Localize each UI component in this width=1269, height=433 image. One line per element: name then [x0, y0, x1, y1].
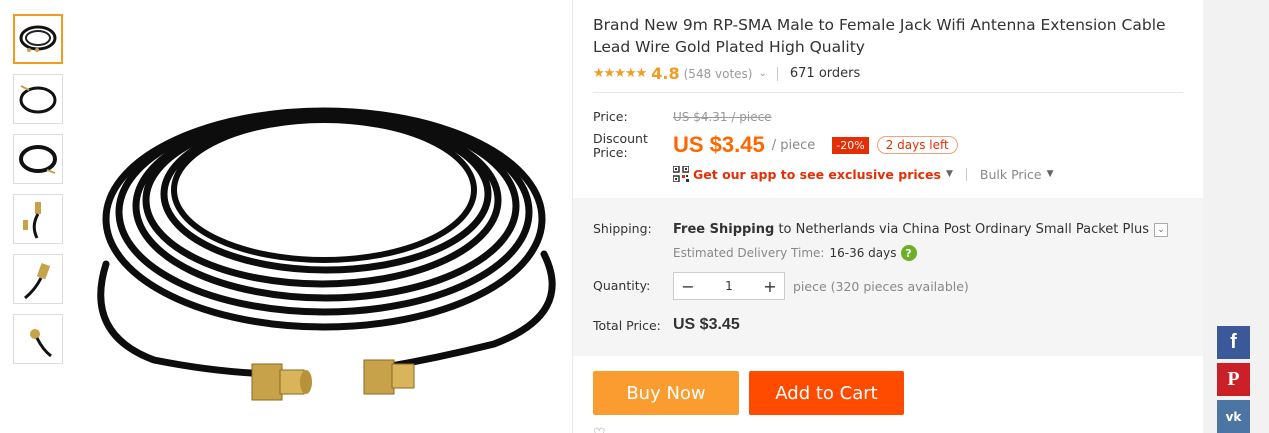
chevron-down-icon[interactable]: ⌄ — [1153, 222, 1168, 237]
quantity-label: Quantity: — [593, 278, 651, 293]
discount-badge: -20% — [832, 136, 869, 154]
quantity-available: piece (320 pieces available) — [793, 279, 969, 294]
free-shipping-text: Free Shipping — [673, 222, 775, 237]
discount-price-label: Discount Price: — [593, 132, 648, 160]
total-price-value: US $3.45 — [673, 316, 740, 333]
qr-code-icon — [673, 166, 689, 182]
thumbnail-1[interactable] — [13, 14, 63, 64]
price-label: Price: — [593, 109, 628, 124]
discount-label-line2: Price: — [593, 145, 628, 160]
app-promo-link[interactable]: Get our app to see exclusive prices — [693, 167, 941, 182]
add-to-cart-button[interactable]: Add to Cart — [749, 371, 904, 415]
thumbnail-5[interactable] — [13, 254, 63, 304]
pinterest-share-icon[interactable]: P — [1217, 363, 1250, 396]
wishlist-heart-icon[interactable]: ♡ — [593, 426, 606, 433]
bulk-price-dropdown[interactable]: Bulk Price — [980, 167, 1042, 182]
original-price: US $4.31 / piece — [673, 110, 772, 124]
rating-value: 4.8 — [651, 64, 680, 83]
separator — [776, 66, 778, 81]
vk-share-icon[interactable]: vk — [1217, 400, 1250, 433]
shipping-destination: to Netherlands via China Post Ordinary S… — [774, 222, 1149, 237]
discount-label-line1: Discount — [593, 131, 648, 146]
price-row: US $3.45 / piece -20% 2 days left — [673, 132, 958, 158]
separator — [965, 167, 967, 181]
chevron-down-icon[interactable]: ⌄ — [759, 68, 767, 79]
facebook-share-icon[interactable]: f — [1217, 326, 1250, 359]
price-unit: / piece — [771, 137, 816, 153]
orders-count: 671 orders — [789, 66, 861, 81]
estimated-delivery-label: Estimated Delivery Time: — [673, 246, 825, 260]
thumbnail-3[interactable] — [13, 134, 63, 184]
caret-down-icon[interactable]: ▼ — [1047, 169, 1054, 179]
shipping-info[interactable]: Free Shipping to Netherlands via China P… — [673, 222, 1168, 237]
thumbnail-gallery — [13, 14, 63, 374]
estimated-delivery-days: 16-36 days — [829, 246, 897, 260]
thumbnail-4[interactable] — [13, 194, 63, 244]
product-main-image[interactable] — [74, 14, 572, 433]
days-left-badge: 2 days left — [876, 136, 958, 154]
rating-votes-link[interactable]: (548 votes) — [684, 67, 753, 81]
estimated-delivery: Estimated Delivery Time: 16-36 days ? — [673, 245, 917, 261]
thumbnail-6[interactable] — [13, 314, 63, 364]
product-info-panel: Brand New 9m RP-SMA Male to Female Jack … — [573, 0, 1203, 433]
product-title: Brand New 9m RP-SMA Male to Female Jack … — [593, 16, 1166, 56]
help-icon[interactable]: ? — [900, 245, 917, 261]
quantity-increase-button[interactable]: + — [756, 273, 784, 299]
rating-row: ★★★★★ 4.8 (548 votes) ⌄ 671 orders — [593, 64, 860, 83]
quantity-decrease-button[interactable]: − — [674, 273, 702, 299]
buy-now-button[interactable]: Buy Now — [593, 371, 739, 415]
quantity-stepper: − 1 + — [673, 272, 785, 300]
horizontal-divider — [593, 92, 1183, 93]
app-promo-row: Get our app to see exclusive prices ▼ Bu… — [673, 166, 1054, 182]
current-price: US $3.45 — [673, 132, 765, 157]
quantity-input[interactable]: 1 — [725, 279, 733, 293]
total-price-label: Total Price: — [593, 318, 661, 333]
shipping-label: Shipping: — [593, 221, 652, 236]
thumbnail-2[interactable] — [13, 74, 63, 124]
caret-down-icon[interactable]: ▼ — [946, 169, 953, 179]
rating-stars-icon: ★★★★★ — [593, 66, 647, 81]
